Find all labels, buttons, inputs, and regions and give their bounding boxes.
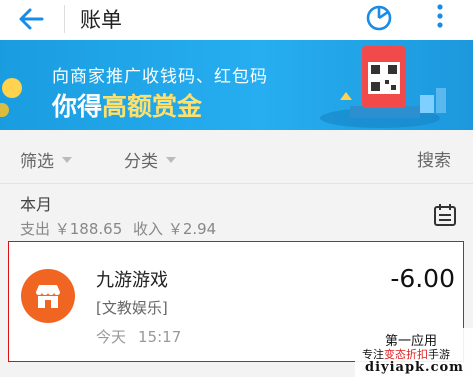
month-title: 本月 bbox=[20, 195, 53, 214]
transaction-merchant: 九游游戏 bbox=[96, 270, 168, 291]
search-button[interactable]: 搜索 bbox=[417, 146, 451, 171]
caret-down-icon bbox=[166, 156, 176, 163]
banner-headline-highlight: 高额赏金 bbox=[102, 92, 203, 121]
category-label: 分类 bbox=[124, 152, 158, 172]
filter-dropdown[interactable]: 筛选 bbox=[20, 147, 72, 172]
transaction-time: 今天 15:17 bbox=[96, 326, 193, 347]
transaction-amount: -6.00 bbox=[390, 264, 455, 293]
month-income: 收入 ￥2.94 bbox=[133, 220, 217, 238]
page-title: 账单 bbox=[80, 8, 122, 32]
qr-stand-illustration-icon bbox=[320, 46, 446, 128]
month-summary-section: 本月 支出 ￥188.65 收入 ￥2.94 bbox=[0, 184, 473, 241]
month-expense: 支出 ￥188.65 bbox=[20, 220, 123, 238]
site-watermark: 第一应用 专注变态折扣手游 diyiapk.com bbox=[355, 328, 473, 377]
coin-decoration-icon bbox=[0, 78, 22, 117]
transaction-category: [文教娱乐] bbox=[96, 299, 168, 317]
caret-down-icon bbox=[62, 156, 72, 163]
transaction-day: 今天 bbox=[96, 328, 127, 346]
app-bar: 账单 bbox=[0, 0, 473, 40]
calendar-icon[interactable] bbox=[432, 202, 458, 228]
banner-headline: 你得高额赏金 bbox=[52, 87, 202, 123]
store-icon bbox=[21, 269, 75, 323]
back-arrow-icon[interactable] bbox=[16, 4, 46, 34]
more-vertical-icon[interactable] bbox=[431, 2, 449, 32]
divider bbox=[64, 5, 65, 33]
watermark-url: diyiapk.com bbox=[365, 360, 464, 375]
banner-headline-prefix: 你得 bbox=[52, 92, 103, 121]
banner-subtitle: 向商家推广收钱码、红包码 bbox=[52, 67, 268, 87]
category-dropdown[interactable]: 分类 bbox=[124, 147, 176, 172]
filter-bar: 筛选 分类 搜索 bbox=[0, 130, 473, 184]
promo-banner[interactable]: 向商家推广收钱码、红包码 你得高额赏金 bbox=[0, 40, 473, 130]
transaction-clock: 15:17 bbox=[138, 328, 182, 346]
filter-label: 筛选 bbox=[20, 152, 54, 172]
month-totals: 支出 ￥188.65 收入 ￥2.94 bbox=[20, 218, 222, 239]
pie-chart-icon[interactable] bbox=[364, 2, 394, 32]
